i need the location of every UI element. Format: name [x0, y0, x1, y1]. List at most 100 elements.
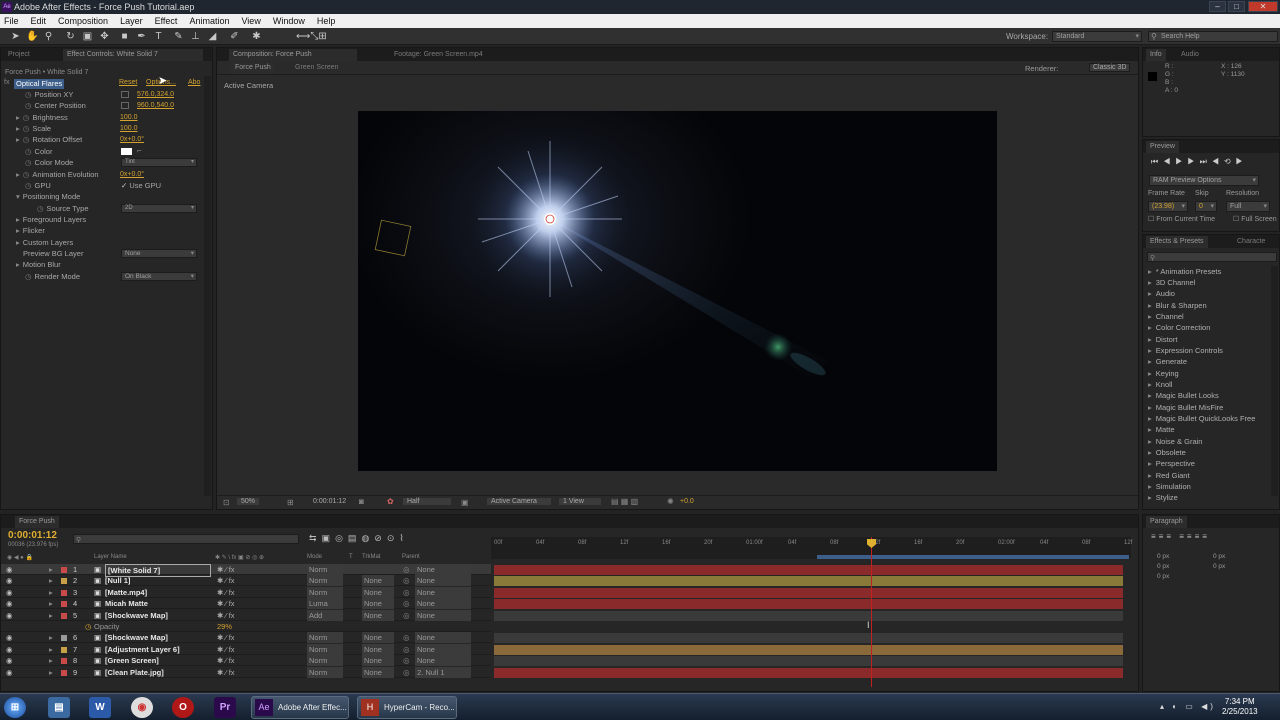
parent-header[interactable]: Parent [402, 554, 420, 560]
effect-category[interactable]: ▸ Knoll [1148, 379, 1172, 390]
chrome-icon[interactable]: ◉ [131, 697, 153, 718]
visibility-eye-icon[interactable]: ◉ [6, 564, 13, 575]
twirl-icon[interactable]: ▸ [49, 655, 53, 666]
prev-frame-icon[interactable]: ◀ [1163, 157, 1175, 166]
trkmat-select[interactable]: None [362, 643, 394, 655]
parent-select[interactable]: 2. Null 1 [415, 666, 471, 678]
rotation-offset-value[interactable]: 0x+0.0° [120, 134, 144, 145]
effect-category[interactable]: ▸ Color Correction [1148, 322, 1210, 333]
position-xy-value[interactable]: 576.0,324.0 [137, 89, 174, 100]
layer-switches-icon[interactable]: ✱ ⁄ fx [217, 610, 235, 621]
effect-name[interactable]: Optical Flares [14, 79, 65, 89]
layer-name[interactable]: Micah Matte [105, 598, 148, 609]
twirl-icon[interactable]: ▸ [49, 632, 53, 643]
renderer-select[interactable]: Classic 3D [1089, 63, 1131, 72]
tab-project[interactable]: Project [4, 49, 34, 61]
layer-row[interactable]: ◉ ▸ 1 ▣ [White Solid 7] ✱ ⁄ fx Norm ◎ None [1, 564, 491, 577]
pickwhip-icon[interactable]: ◎ [403, 644, 410, 655]
trkmat-select[interactable]: None [362, 586, 394, 598]
blend-mode-select[interactable]: Norm [307, 655, 343, 667]
parent-select[interactable]: None [415, 564, 471, 575]
opacity-value[interactable]: 29% [217, 621, 232, 632]
current-time-indicator[interactable] [871, 537, 872, 687]
layer-switches-icon[interactable]: ✱ ⁄ fx [217, 575, 235, 586]
taskbar-app-after-effects[interactable]: Ae Adobe After Effec... [251, 696, 349, 719]
source-type-select[interactable]: 2D [121, 204, 197, 213]
scale-value[interactable]: 100.0 [120, 123, 138, 134]
menu-layer[interactable]: Layer [120, 16, 143, 26]
use-gpu-checkbox[interactable]: ✓ Use GPU [121, 180, 161, 191]
layer-switches-icon[interactable]: ✱ ⁄ fx [217, 564, 235, 575]
eraser-tool-icon[interactable]: ◢ [207, 31, 218, 42]
render-mode-select[interactable]: On Black [121, 272, 197, 281]
hide-shy-icon[interactable]: ◎ [335, 533, 348, 543]
visibility-eye-icon[interactable]: ◉ [6, 610, 13, 621]
auto-keyframe-icon[interactable]: ⊙ [387, 533, 400, 543]
twirl-icon[interactable]: ▸ [49, 667, 53, 678]
motion-blur-icon[interactable]: ◍ [361, 533, 374, 543]
label-color-swatch[interactable] [61, 612, 67, 619]
skip-field[interactable]: 0 [1195, 201, 1217, 212]
visibility-eye-icon[interactable]: ◉ [6, 655, 13, 666]
eyedropper-icon[interactable]: ⌐ [137, 146, 142, 155]
layer-name[interactable]: [Shockwave Map] [105, 610, 168, 621]
timeline-timecode[interactable]: 0:00:01:12 [8, 530, 57, 541]
tab-preview[interactable]: Preview [1146, 141, 1179, 153]
effect-category[interactable]: ▸ Red Giant [1148, 470, 1190, 481]
stopwatch-icon[interactable]: ◷ [23, 170, 30, 179]
color-swatch[interactable] [121, 148, 132, 155]
layer-track-bar[interactable] [494, 565, 1123, 575]
layer-name[interactable]: [Adjustment Layer 6] [105, 644, 180, 655]
parent-select[interactable]: None [415, 643, 471, 655]
pickwhip-icon[interactable]: ◎ [403, 655, 410, 666]
prop-foreground-layers[interactable]: ▸ Foreground Layers [16, 214, 86, 225]
visibility-eye-icon[interactable]: ◉ [6, 644, 13, 655]
stopwatch-icon[interactable]: ◷ [37, 204, 44, 213]
effect-category[interactable]: ▸ Obsolete [1148, 447, 1186, 458]
menu-effect[interactable]: Effect [155, 16, 178, 26]
parent-select[interactable]: None [415, 632, 471, 644]
stopwatch-icon[interactable]: ◷ [25, 181, 32, 190]
zoom-select[interactable]: 50% [237, 498, 260, 505]
from-current-time-checkbox[interactable]: ☐ From Current Time [1148, 215, 1215, 223]
workspace-select[interactable]: Standard [1052, 31, 1142, 42]
tab-character[interactable]: Characte [1233, 236, 1269, 248]
word-icon[interactable]: W [89, 697, 111, 718]
twirl-icon[interactable]: ▸ [49, 610, 53, 621]
current-time-display[interactable]: 0:00:01:12 [313, 498, 346, 505]
audio-icon[interactable]: ◀ [1212, 157, 1224, 166]
pickwhip-icon[interactable]: ◎ [403, 564, 410, 575]
parent-select[interactable]: None [415, 655, 471, 667]
camera-tool-icon[interactable]: ▣ [82, 31, 93, 42]
trkmat-select[interactable]: None [362, 609, 394, 621]
pickwhip-icon[interactable]: ◎ [403, 667, 410, 678]
maximize-button[interactable]: □ [1228, 1, 1245, 12]
menu-view[interactable]: View [241, 16, 260, 26]
first-line-indent-value[interactable]: 0 px [1157, 573, 1169, 580]
visibility-eye-icon[interactable]: ◉ [6, 575, 13, 586]
space-before-value[interactable]: 0 px [1157, 563, 1169, 570]
exposure-icon[interactable]: ✺ [667, 497, 674, 506]
indent-left-value[interactable]: 0 px [1157, 553, 1169, 560]
timeline-search-input[interactable]: ⚲ [73, 534, 299, 544]
puppet-tool-icon[interactable]: ✱ [251, 31, 262, 42]
menu-animation[interactable]: Animation [189, 16, 229, 26]
label-color-swatch[interactable] [61, 669, 67, 676]
parent-select[interactable]: None [415, 586, 471, 598]
blend-mode-select[interactable]: Norm [307, 575, 343, 587]
twirl-icon[interactable]: ▸ [49, 587, 53, 598]
blend-mode-select[interactable]: Norm [307, 586, 343, 598]
tab-composition[interactable]: Composition: Force Push [229, 49, 357, 61]
toggle-pixel-aspect-icon[interactable]: ▤ ▦ ▧ [611, 497, 638, 506]
label-color-swatch[interactable] [61, 635, 67, 642]
always-preview-icon[interactable]: ⊡ [223, 498, 230, 507]
layer-row[interactable]: ◉ ▸ 5 ▣ [Shockwave Map] ✱ ⁄ fx Add None ◎ None [1, 609, 491, 621]
mask-tool-icon[interactable]: ■ [119, 31, 130, 42]
pickwhip-icon[interactable]: ◎ [403, 610, 410, 621]
opera-icon[interactable]: O [172, 697, 194, 718]
effect-category[interactable]: ▸ Magic Bullet QuickLooks Free [1148, 413, 1255, 424]
tab-info[interactable]: Info [1146, 49, 1166, 61]
pickwhip-icon[interactable]: ◎ [403, 598, 410, 609]
layer-row[interactable]: ◉ ▸ 2 ▣ [Null 1] ✱ ⁄ fx Norm None ◎ None [1, 575, 491, 587]
layer-track-bar[interactable] [494, 599, 1123, 610]
